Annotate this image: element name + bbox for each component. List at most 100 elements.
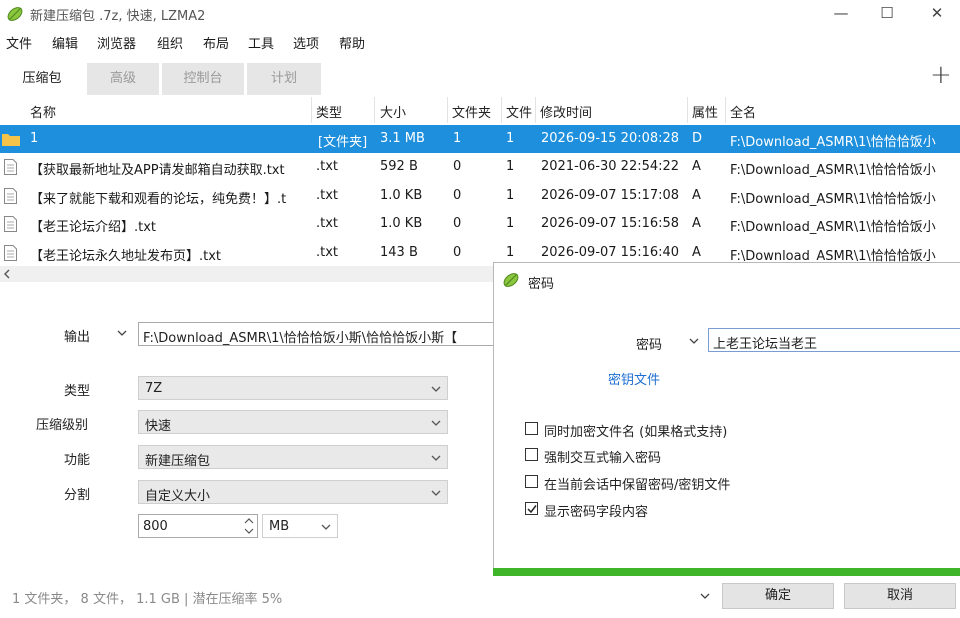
cancel-button[interactable]: 取消 (844, 583, 956, 609)
keyfile-link[interactable]: 密钥文件 (608, 369, 660, 388)
menu-browser[interactable]: 浏览器 (97, 33, 136, 52)
chevron-down-icon (431, 386, 441, 392)
split-size-spinner[interactable]: 800 (138, 514, 258, 538)
chevron-down-icon[interactable] (700, 592, 710, 600)
chevron-down-icon (321, 524, 331, 530)
force-interactive-checkbox[interactable] (525, 448, 538, 461)
split-unit-select[interactable]: MB (262, 514, 338, 538)
column-divider[interactable] (501, 97, 502, 123)
column-divider[interactable] (687, 97, 688, 123)
document-icon (4, 159, 17, 175)
encrypt-filenames-label: 同时加密文件名 (如果格式支持) (544, 425, 728, 440)
menu-options[interactable]: 选项 (293, 33, 319, 52)
column-header-folders[interactable]: 文件夹 (452, 102, 491, 121)
checkmark-icon (527, 505, 537, 514)
chevron-down-icon[interactable] (689, 337, 699, 345)
window-title: 新建压缩包 .7z, 快速, LZMA2 (30, 9, 206, 24)
column-divider[interactable] (535, 97, 536, 123)
show-password-checkbox[interactable] (525, 502, 538, 515)
column-header-type[interactable]: 类型 (316, 102, 342, 121)
minimize-button[interactable]: — (818, 0, 864, 28)
column-divider[interactable] (374, 97, 375, 123)
cell-size: 1.0 KB (380, 216, 423, 231)
cell-type: .txt (316, 245, 339, 260)
function-select-value: 新建压缩包 (145, 454, 211, 469)
column-divider[interactable] (725, 97, 726, 123)
compression-level-select[interactable]: 快速 (138, 410, 448, 434)
dialog-accent-bar (493, 568, 960, 576)
type-select[interactable]: 7Z (138, 376, 448, 400)
table-row[interactable]: 1 [文件夹] 3.1 MB 1 1 2026-09-15 20:08:28 D… (0, 125, 960, 153)
menu-edit[interactable]: 编辑 (52, 33, 78, 52)
column-header-modified[interactable]: 修改时间 (540, 102, 592, 121)
document-icon (4, 245, 17, 261)
ok-button[interactable]: 确定 (722, 583, 834, 609)
cell-size: 1.0 KB (380, 188, 423, 203)
folder-icon (2, 134, 20, 146)
tab-schedule[interactable]: 计划 (247, 63, 321, 95)
table-row[interactable]: 【老王论坛介绍】.txt .txt 1.0 KB 0 1 2026-09-07 … (0, 210, 960, 238)
cell-type: .txt (316, 159, 339, 174)
scroll-left-icon[interactable] (2, 269, 12, 279)
password-label: 密码 (636, 338, 663, 353)
menu-help[interactable]: 帮助 (339, 33, 365, 52)
cell-folders: 0 (453, 216, 462, 231)
tab-console[interactable]: 控制台 (162, 63, 244, 95)
cell-folders: 0 (453, 159, 462, 174)
cell-folders: 1 (453, 131, 462, 146)
tab-archive[interactable]: 压缩包 (0, 63, 84, 95)
column-header-attributes[interactable]: 属性 (692, 102, 718, 121)
function-select[interactable]: 新建压缩包 (138, 445, 448, 469)
chevron-down-icon[interactable] (117, 329, 127, 337)
maximize-button[interactable]: ☐ (864, 0, 910, 28)
cell-files: 1 (506, 188, 515, 203)
output-label: 输出 (64, 330, 91, 345)
keep-in-session-checkbox[interactable] (525, 475, 538, 488)
output-path-field[interactable]: F:\Download_ASMR\1\恰恰恰饭小斯\恰恰恰饭小斯【 (138, 322, 498, 346)
column-header-files[interactable]: 文件 (506, 102, 532, 121)
column-divider[interactable] (311, 97, 312, 123)
cell-size: 592 B (380, 159, 418, 174)
cell-fullname: F:\Download_ASMR\1\恰恰恰饭小 (730, 220, 936, 235)
app-logo-icon (503, 273, 519, 287)
split-select-value: 自定义大小 (145, 489, 211, 504)
cell-type: .txt (316, 216, 339, 231)
title-bar: 新建压缩包 .7z, 快速, LZMA2 — ☐ ✕ (0, 0, 960, 28)
password-input[interactable]: 上老王论坛当老王 (708, 328, 960, 352)
show-password-label: 显示密码字段内容 (544, 505, 649, 520)
table-header: 名称 类型 大小 文件夹 文件 修改时间 属性 全名 (0, 97, 960, 123)
menu-organize[interactable]: 组织 (157, 33, 183, 52)
password-value: 上老王论坛当老王 (713, 337, 818, 352)
menu-tools[interactable]: 工具 (248, 33, 274, 52)
split-select[interactable]: 自定义大小 (138, 480, 448, 504)
close-button[interactable]: ✕ (914, 0, 960, 28)
type-select-value: 7Z (145, 381, 163, 396)
column-header-name[interactable]: 名称 (30, 102, 56, 121)
column-header-fullname[interactable]: 全名 (730, 102, 756, 121)
cell-modified: 2026-09-07 15:17:08 (541, 188, 680, 203)
cell-folders: 0 (453, 245, 462, 260)
force-interactive-label: 强制交互式输入密码 (544, 451, 662, 466)
document-icon (4, 188, 17, 204)
table-row[interactable]: 【获取最新地址及APP请发邮箱自动获取.txt .txt 592 B 0 1 2… (0, 153, 960, 181)
menu-layout[interactable]: 布局 (203, 33, 229, 52)
cell-type: [文件夹] (318, 135, 368, 150)
output-path-value: F:\Download_ASMR\1\恰恰恰饭小斯\恰恰恰饭小斯【 (143, 331, 458, 346)
tab-advanced[interactable]: 高级 (87, 63, 159, 95)
column-header-size[interactable]: 大小 (380, 102, 406, 121)
add-button[interactable]: + (930, 60, 952, 90)
password-dialog: 密码 密码 上老王论坛当老王 密钥文件 同时加密文件名 (如果格式支持) 强制交… (493, 262, 960, 576)
menu-file[interactable]: 文件 (6, 33, 32, 52)
cell-name: 1 (30, 131, 39, 146)
chevron-down-icon (431, 490, 441, 496)
cell-attributes: D (692, 131, 703, 146)
spinner-arrows-icon[interactable] (243, 516, 255, 536)
column-divider[interactable] (447, 97, 448, 123)
cell-files: 1 (506, 159, 515, 174)
dialog-title: 密码 (528, 277, 555, 292)
encrypt-filenames-checkbox[interactable] (525, 422, 538, 435)
compression-level-value: 快速 (145, 419, 172, 434)
menu-bar: 文件 编辑 浏览器 组织 布局 工具 选项 帮助 (0, 30, 960, 54)
table-row[interactable]: 【来了就能下载和观看的论坛，纯免费！】.t .txt 1.0 KB 0 1 20… (0, 182, 960, 210)
cell-modified: 2021-06-30 22:54:22 (541, 159, 680, 174)
